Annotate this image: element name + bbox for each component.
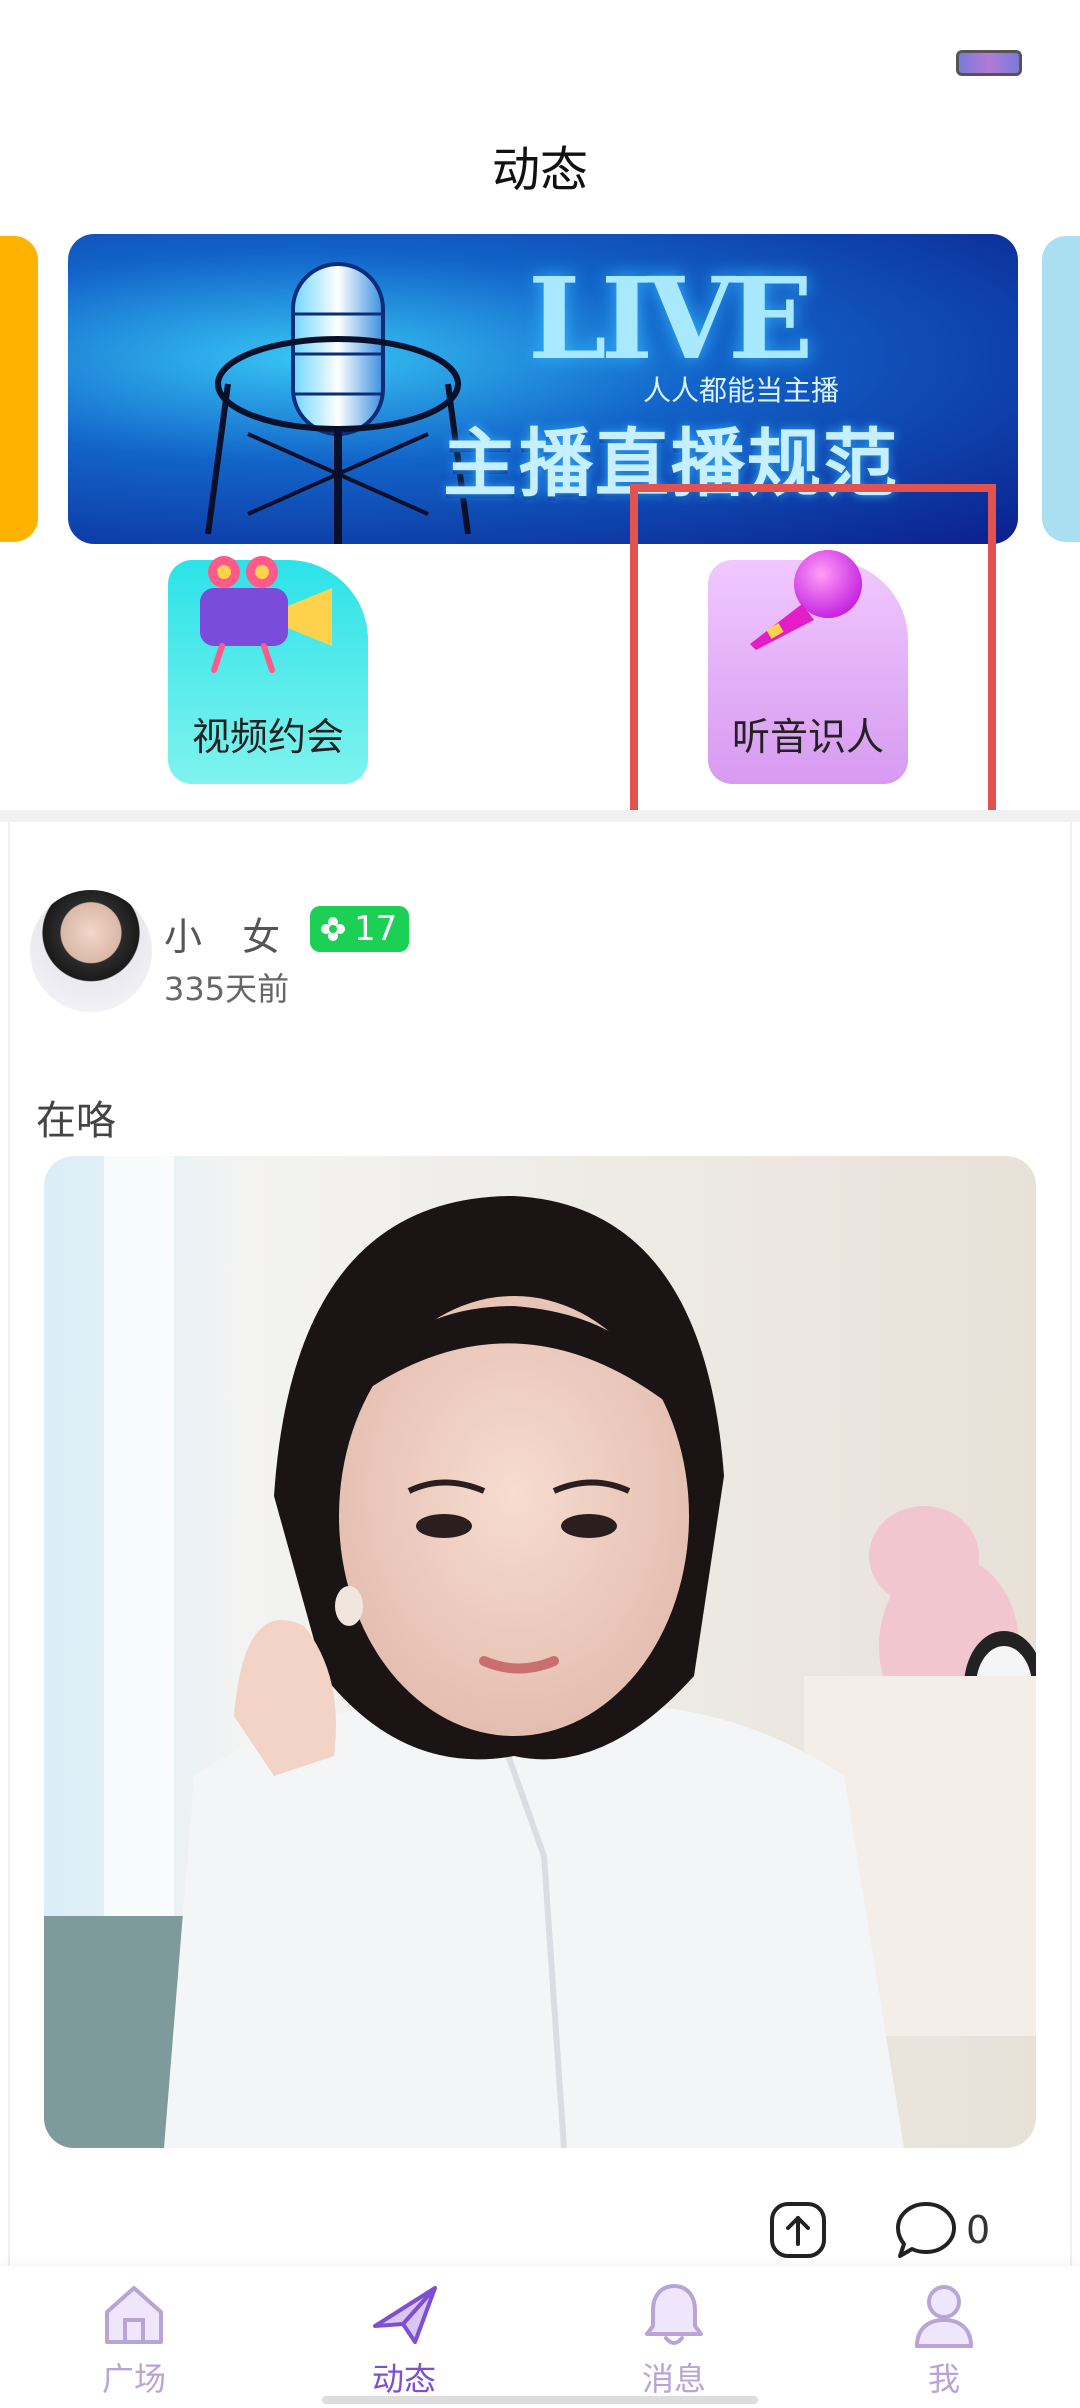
flower-icon <box>321 917 345 941</box>
battery-icon <box>956 50 1022 76</box>
status-bar <box>0 0 1080 110</box>
banner-prev-peek[interactable] <box>0 236 38 542</box>
banner-live-text: LIVE <box>528 254 813 385</box>
post-text: 在咯 <box>36 1098 116 1144</box>
nav-label-square: 广场 <box>101 2360 166 2398</box>
home-indicator[interactable] <box>322 2396 758 2404</box>
nav-item-moments[interactable]: 动态 <box>334 2280 474 2400</box>
post-photo[interactable] <box>44 1156 1036 2148</box>
video-camera-icon <box>200 556 332 673</box>
nav-label-moments: 动态 <box>371 2360 436 2398</box>
home-icon <box>105 2286 163 2344</box>
post-time: 335天前 <box>164 970 290 1008</box>
highlight-box <box>630 484 996 860</box>
nav-item-square[interactable]: 广场 <box>64 2280 204 2400</box>
share-icon[interactable] <box>768 2200 828 2260</box>
comment-icon[interactable] <box>894 2200 958 2260</box>
bottom-nav: 广场 动态 消息 我 <box>0 2266 1080 2408</box>
nav-item-messages[interactable]: 消息 <box>604 2280 744 2400</box>
comment-count: 0 <box>966 2208 991 2252</box>
nav-label-me: 我 <box>927 2360 960 2398</box>
level-number: 17 <box>354 909 398 949</box>
avatar[interactable] <box>30 890 152 1012</box>
level-badge: 17 <box>310 906 410 952</box>
banner-tagline: 人人都能当主播 <box>643 374 840 407</box>
post-photo-image <box>44 1156 1036 2148</box>
section-divider <box>0 810 1080 822</box>
nav-label-messages: 消息 <box>641 2360 706 2398</box>
bell-icon <box>645 2284 703 2345</box>
paper-plane-icon <box>373 2286 437 2344</box>
user-icon <box>915 2285 973 2348</box>
video-date-entry[interactable]: 视频约会 <box>168 556 368 784</box>
nav-item-me[interactable]: 我 <box>874 2280 1014 2400</box>
video-date-label: 视频约会 <box>191 715 344 759</box>
banner-next-peek[interactable] <box>1042 236 1080 542</box>
page-title: 动态 <box>491 142 588 198</box>
